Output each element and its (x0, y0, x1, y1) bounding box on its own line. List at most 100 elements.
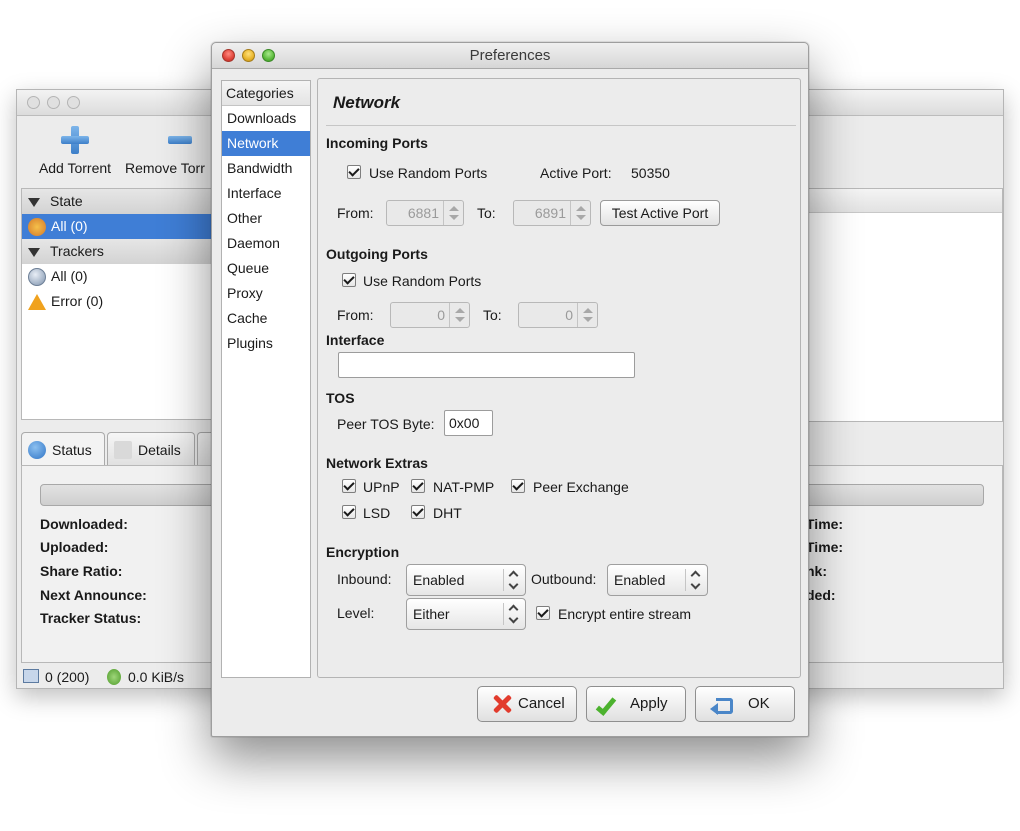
interface-input[interactable] (338, 352, 635, 378)
incoming-from-spinbox[interactable]: 6881 (386, 200, 464, 226)
cancel-x-icon (492, 694, 512, 714)
category-item-daemon[interactable]: Daemon (222, 231, 310, 256)
zoom-icon[interactable] (67, 96, 80, 109)
inbound-select[interactable]: Enabled (406, 564, 526, 596)
incoming-to-spinbox[interactable]: 6891 (513, 200, 591, 226)
torrent-list[interactable] (807, 188, 1003, 422)
info-right-label: Time: (806, 539, 844, 555)
apply-button[interactable]: Apply (586, 686, 686, 722)
info-tracker-status-label: Tracker Status: (40, 610, 142, 626)
category-item-downloads[interactable]: Downloads (222, 106, 310, 131)
incoming-random-ports-checkbox[interactable] (347, 165, 361, 179)
download-speed-icon (107, 669, 121, 685)
spin-arrows-icon[interactable] (577, 303, 597, 327)
encrypt-stream-checkbox[interactable] (536, 606, 550, 620)
spin-arrows-icon[interactable] (443, 201, 463, 225)
download-speed[interactable]: 0.0 KiB/s (128, 664, 184, 690)
upnp-label: UPnP (363, 479, 400, 495)
outbound-select[interactable]: Enabled (607, 564, 708, 596)
peer-tos-byte-input[interactable]: 0x00 (444, 410, 493, 436)
checkmark-icon (595, 694, 617, 716)
category-item-interface[interactable]: Interface (222, 181, 310, 206)
warning-icon (28, 294, 46, 311)
dht-checkbox[interactable] (411, 505, 425, 519)
remove-torrent-button[interactable]: Remove Torr (125, 122, 221, 176)
outgoing-to-spinbox[interactable]: 0 (518, 302, 598, 328)
categories-list: Categories Downloads Network Bandwidth I… (221, 80, 311, 678)
info-icon (28, 441, 46, 459)
category-item-other[interactable]: Other (222, 206, 310, 231)
category-item-queue[interactable]: Queue (222, 256, 310, 281)
close-icon[interactable] (27, 96, 40, 109)
tos-heading: TOS (326, 390, 355, 406)
dialog-title: Preferences (469, 47, 551, 64)
outgoing-random-ports-label: Use Random Ports (363, 273, 482, 289)
encryption-heading: Encryption (326, 544, 400, 560)
sidebar-item-trackers-error[interactable]: Error (0) (22, 289, 225, 314)
category-item-network[interactable]: Network (222, 131, 310, 156)
incoming-ports-heading: Incoming Ports (326, 135, 428, 151)
sidebar-item-trackers-all[interactable]: All (0) (22, 264, 225, 289)
outgoing-random-ports-checkbox[interactable] (342, 273, 356, 287)
category-item-plugins[interactable]: Plugins (222, 331, 310, 356)
add-torrent-label: Add Torrent (38, 160, 112, 176)
progress-bar (40, 484, 216, 506)
outbound-label: Outbound: (531, 571, 597, 587)
updown-chevron-icon (503, 603, 525, 625)
upnp-checkbox[interactable] (342, 479, 356, 493)
outgoing-from-spinbox[interactable]: 0 (390, 302, 470, 328)
spin-arrows-icon[interactable] (449, 303, 469, 327)
remove-torrent-label: Remove Torr (125, 160, 205, 176)
minimize-icon[interactable] (47, 96, 60, 109)
natpmp-checkbox[interactable] (411, 479, 425, 493)
ok-button[interactable]: OK (695, 686, 795, 722)
info-right-label: nk: (806, 563, 827, 579)
active-port-value: 50350 (631, 165, 670, 181)
peer-tos-byte-label: Peer TOS Byte: (337, 416, 435, 432)
level-select[interactable]: Either (406, 598, 526, 630)
test-active-port-button[interactable]: Test Active Port (600, 200, 720, 226)
sidebar-item-state-all[interactable]: All (0) (22, 214, 225, 239)
info-share-ratio-label: Share Ratio: (40, 563, 123, 579)
outgoing-from-label: From: (337, 307, 374, 323)
peer-exchange-label: Peer Exchange (533, 479, 629, 495)
minus-icon (168, 136, 192, 144)
lsd-label: LSD (363, 505, 391, 521)
connections-count[interactable]: 0 (200) (45, 664, 89, 690)
active-port-label: Active Port: (540, 165, 612, 181)
outgoing-to-label: To: (483, 307, 502, 323)
collapse-triangle-icon (28, 247, 40, 257)
encrypt-stream-label: Encrypt entire stream (558, 606, 692, 622)
category-item-cache[interactable]: Cache (222, 306, 310, 331)
categories-header: Categories (222, 81, 310, 106)
category-item-bandwidth[interactable]: Bandwidth (222, 156, 310, 181)
interface-heading: Interface (326, 332, 385, 348)
filter-sidebar: State All (0) Trackers All (0) Error (0) (21, 188, 226, 420)
details-icon (114, 441, 132, 459)
level-label: Level: (337, 605, 375, 621)
add-torrent-button[interactable]: Add Torrent (25, 122, 125, 176)
cancel-button[interactable]: Cancel (477, 686, 577, 722)
sidebar-trackers-header[interactable]: Trackers (22, 239, 225, 264)
torrent-list-header[interactable] (808, 189, 1002, 213)
updown-chevron-icon (503, 569, 525, 591)
tab-status[interactable]: Status (21, 432, 105, 466)
preferences-dialog: Preferences Categories Downloads Network… (211, 42, 809, 737)
inbound-label: Inbound: (337, 571, 392, 587)
spin-arrows-icon[interactable] (570, 201, 590, 225)
info-next-announce-label: Next Announce: (40, 587, 147, 603)
dht-label: DHT (433, 505, 462, 521)
collapse-triangle-icon (28, 197, 40, 207)
network-pane: Network Incoming Ports Use Random Ports … (317, 78, 801, 678)
peer-exchange-checkbox[interactable] (511, 479, 525, 493)
sidebar-state-header[interactable]: State (22, 189, 225, 214)
incoming-to-label: To: (477, 205, 496, 221)
natpmp-label: NAT-PMP (433, 479, 495, 495)
title-divider (326, 125, 796, 126)
network-extras-heading: Network Extras (326, 455, 428, 471)
tab-details[interactable]: Details (107, 432, 195, 466)
page-title: Network (333, 93, 401, 112)
category-item-proxy[interactable]: Proxy (222, 281, 310, 306)
lsd-checkbox[interactable] (342, 505, 356, 519)
info-right-label: ded: (806, 587, 836, 603)
